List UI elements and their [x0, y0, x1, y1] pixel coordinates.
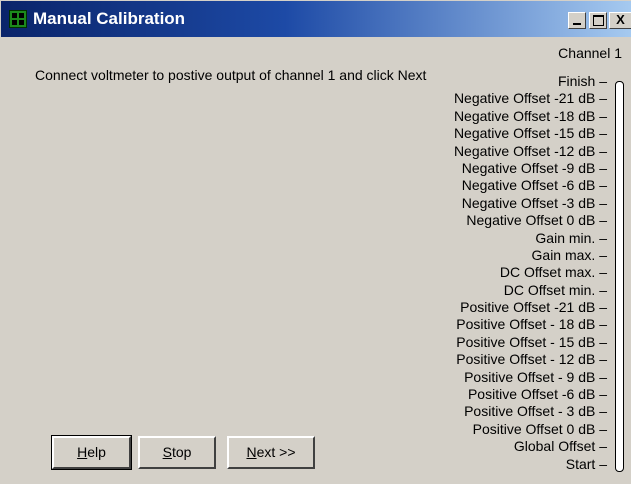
calibration-step-label: Positive Offset -21 dB –	[460, 299, 607, 316]
calibration-step-label: Negative Offset -18 dB –	[453, 107, 607, 124]
calibration-step-label: Gain max. –	[531, 246, 607, 263]
help-label-rest: elp	[87, 444, 106, 460]
calibration-steps-list: Finish – Negative Offset -21 dB – Negative…	[389, 73, 609, 473]
stop-label-rest: top	[171, 444, 192, 460]
calibration-step-label: Negative Offset 0 dB –	[466, 212, 607, 229]
next-label-rest: ext >>	[256, 444, 296, 460]
calibration-step-label: DC Offset max. –	[499, 264, 607, 281]
app-icon	[9, 10, 27, 28]
calibration-step-label: Positive Offset - 12 dB –	[456, 351, 607, 368]
stop-button[interactable]: Stop	[138, 436, 216, 469]
window-title: Manual Calibration	[33, 9, 186, 28]
title-bar[interactable]: Manual Calibration X	[1, 1, 631, 37]
calibration-step-label: Positive Offset 0 dB –	[472, 420, 607, 437]
calibration-step-label: Finish –	[557, 73, 607, 89]
help-mnemonic: H	[77, 444, 88, 460]
next-button[interactable]: Next >>	[227, 436, 315, 469]
calibration-step-label: Negative Offset -3 dB –	[461, 194, 607, 211]
calibration-step-label: Negative Offset -12 dB –	[453, 142, 607, 159]
minimize-icon[interactable]	[568, 12, 586, 29]
calibration-step-label: Negative Offset -9 dB –	[461, 159, 607, 176]
calibration-step-label: Global Offset –	[513, 438, 607, 455]
calibration-step-label: Positive Offset - 9 dB –	[464, 368, 607, 385]
help-button[interactable]: Help	[51, 435, 132, 470]
calibration-step-label: DC Offset min. –	[503, 281, 607, 298]
channel-label: Channel 1	[558, 45, 622, 61]
calibration-step-label: Positive Offset - 3 dB –	[464, 403, 607, 420]
calibration-step-label: Start –	[565, 455, 607, 472]
calibration-step-label: Gain min. –	[535, 229, 607, 246]
next-mnemonic: N	[246, 444, 257, 460]
stop-mnemonic: S	[162, 444, 172, 460]
calibration-step-label: Negative Offset -15 dB –	[453, 125, 607, 142]
calibration-step-label: Positive Offset - 18 dB –	[456, 316, 607, 333]
close-icon[interactable]: X	[609, 12, 631, 29]
calibration-step-label: Positive Offset -6 dB –	[467, 386, 607, 403]
instruction-text: Connect voltmeter to postive output of c…	[35, 67, 427, 83]
maximize-icon[interactable]	[589, 12, 607, 29]
manual-calibration-window: Manual Calibration X Channel 1 Connect v…	[0, 0, 631, 484]
progress-slider-track	[615, 81, 624, 472]
calibration-step-label: Negative Offset -6 dB –	[461, 177, 607, 194]
calibration-step-label: Positive Offset - 15 dB –	[456, 333, 607, 350]
calibration-step-label: Negative Offset -21 dB –	[453, 90, 607, 107]
